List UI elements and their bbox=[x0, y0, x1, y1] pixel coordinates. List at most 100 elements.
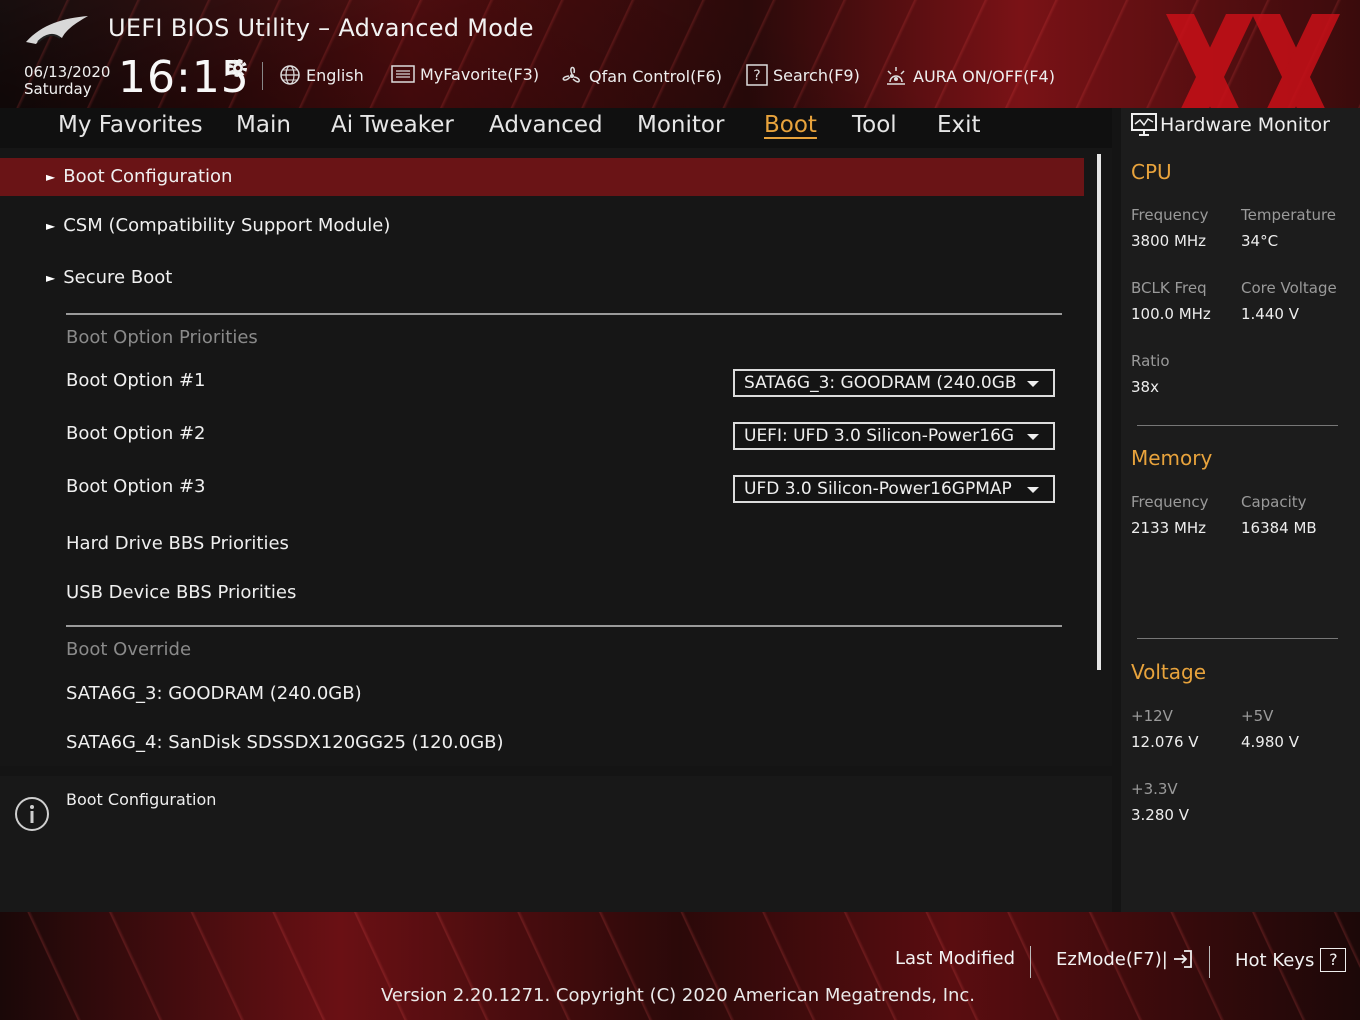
section-divider bbox=[66, 313, 1062, 315]
search-label: Search(F9) bbox=[773, 65, 860, 85]
aura-label: AURA ON/OFF(F4) bbox=[913, 66, 1055, 86]
boot-option-3-select[interactable]: UFD 3.0 Silicon-Power16GPMAP bbox=[733, 475, 1055, 503]
footer-separator bbox=[1030, 946, 1031, 978]
bclk-label: BCLK Freq bbox=[1131, 279, 1207, 297]
toolbar-separator bbox=[262, 62, 263, 90]
fan-icon bbox=[562, 66, 580, 83]
boot-option-2-label: Boot Option #2 bbox=[66, 423, 206, 444]
tab-advanced[interactable]: Advanced bbox=[489, 112, 603, 138]
aura-light-icon bbox=[887, 67, 905, 85]
boot-override-header: Boot Override bbox=[66, 639, 192, 660]
ratio-value: 38x bbox=[1131, 378, 1159, 396]
submenu-secure-boot[interactable]: ► Secure Boot bbox=[46, 267, 172, 288]
language-label: English bbox=[306, 65, 364, 85]
boot-option-priorities-header: Boot Option Priorities bbox=[66, 327, 258, 348]
v33-label: +3.3V bbox=[1131, 780, 1178, 798]
cpu-temperature-value: 34°C bbox=[1241, 232, 1279, 250]
hw-divider bbox=[1137, 425, 1338, 426]
ratio-label: Ratio bbox=[1131, 352, 1170, 370]
boot-override-item-1[interactable]: SATA6G_3: GOODRAM (240.0GB) bbox=[66, 683, 362, 704]
tab-ai-tweaker[interactable]: Ai Tweaker bbox=[331, 112, 454, 138]
search-help-icon: ? bbox=[746, 64, 768, 86]
boot-option-3-value: UFD 3.0 Silicon-Power16GPMAP bbox=[744, 479, 1012, 499]
bclk-value: 100.0 MHz bbox=[1131, 305, 1211, 323]
ezmode-button[interactable]: EzMode(F7)| bbox=[1056, 948, 1194, 970]
date-display: 06/13/2020 Saturday bbox=[24, 64, 110, 98]
chevron-right-icon: ► bbox=[46, 169, 56, 184]
version-copyright: Version 2.20.1271. Copyright (C) 2020 Am… bbox=[0, 985, 1360, 1006]
core-voltage-label: Core Voltage bbox=[1241, 279, 1337, 297]
gear-icon[interactable] bbox=[226, 56, 250, 80]
favorite-list-icon bbox=[391, 65, 415, 83]
rog-logo-icon bbox=[26, 16, 88, 44]
submenu-label: Secure Boot bbox=[63, 267, 173, 288]
boot-option-2-select[interactable]: UEFI: UFD 3.0 Silicon-Power16G bbox=[733, 422, 1055, 450]
ezmode-label: EzMode(F7)| bbox=[1056, 948, 1168, 970]
tab-boot[interactable]: Boot bbox=[764, 112, 817, 138]
footer-separator bbox=[1209, 946, 1210, 978]
date-text: 06/13/2020 bbox=[24, 63, 111, 81]
v12-label: +12V bbox=[1131, 707, 1173, 725]
section-divider bbox=[66, 625, 1062, 627]
boot-override-item-2[interactable]: SATA6G_4: SanDisk SDSSDX120GG25 (120.0GB… bbox=[66, 732, 504, 753]
chevron-down-icon bbox=[1027, 434, 1039, 440]
boot-option-1-value: SATA6G_3: GOODRAM (240.0GB bbox=[744, 373, 1017, 393]
myfavorite-label: MyFavorite(F3) bbox=[420, 64, 540, 84]
boot-option-1-select[interactable]: SATA6G_3: GOODRAM (240.0GB bbox=[733, 369, 1055, 397]
memory-capacity-value: 16384 MB bbox=[1241, 519, 1317, 537]
hardware-monitor-title: Hardware Monitor bbox=[1160, 114, 1330, 136]
submenu-boot-configuration[interactable]: ► Boot Configuration bbox=[46, 166, 232, 187]
hw-divider bbox=[1137, 638, 1338, 639]
tab-my-favorites[interactable]: My Favorites bbox=[58, 112, 203, 138]
boot-option-3-label: Boot Option #3 bbox=[66, 476, 206, 497]
tab-main[interactable]: Main bbox=[236, 112, 291, 138]
v12-value: 12.076 V bbox=[1131, 733, 1199, 751]
tab-monitor[interactable]: Monitor bbox=[637, 112, 724, 138]
memory-frequency-label: Frequency bbox=[1131, 493, 1209, 511]
qfan-button[interactable]: Qfan Control(F6) bbox=[560, 64, 722, 88]
memory-section-title: Memory bbox=[1131, 446, 1213, 470]
boot-option-1-label: Boot Option #1 bbox=[66, 370, 206, 391]
globe-icon bbox=[280, 65, 300, 85]
cpu-temperature-label: Temperature bbox=[1241, 206, 1337, 224]
v5-label: +5V bbox=[1241, 707, 1274, 725]
chevron-right-icon: ► bbox=[46, 218, 56, 233]
help-key-icon: ? bbox=[1320, 948, 1347, 972]
v33-value: 3.280 V bbox=[1131, 806, 1189, 824]
tab-exit[interactable]: Exit bbox=[937, 112, 981, 138]
memory-capacity-label: Capacity bbox=[1241, 493, 1307, 511]
exit-arrow-icon bbox=[1173, 950, 1192, 968]
voltage-section-title: Voltage bbox=[1131, 660, 1207, 684]
aura-button[interactable]: AURA ON/OFF(F4) bbox=[884, 64, 1055, 88]
myfavorite-button[interactable]: MyFavorite(F3) bbox=[391, 64, 539, 84]
qfan-label: Qfan Control(F6) bbox=[589, 66, 722, 86]
chevron-right-icon: ► bbox=[46, 270, 56, 285]
monitor-icon bbox=[1131, 113, 1157, 136]
v5-value: 4.980 V bbox=[1241, 733, 1299, 751]
help-text: Boot Configuration bbox=[66, 790, 217, 809]
version-text: Version 2.20.1271. Copyright (C) 2020 Am… bbox=[380, 985, 976, 1006]
boot-option-2-value: UEFI: UFD 3.0 Silicon-Power16G bbox=[744, 426, 1015, 446]
app-title: UEFI BIOS Utility – Advanced Mode bbox=[108, 14, 534, 42]
cpu-frequency-value: 3800 MHz bbox=[1131, 232, 1207, 250]
hard-drive-bbs-priorities[interactable]: Hard Drive BBS Priorities bbox=[66, 533, 289, 554]
submenu-csm[interactable]: ► CSM (Compatibility Support Module) bbox=[46, 215, 390, 236]
tab-tool[interactable]: Tool bbox=[852, 112, 897, 138]
info-icon bbox=[15, 797, 49, 831]
day-text: Saturday bbox=[24, 80, 92, 98]
chevron-down-icon bbox=[1027, 487, 1039, 493]
last-modified-button[interactable]: Last Modified bbox=[895, 948, 1015, 969]
cpu-section-title: CPU bbox=[1131, 160, 1172, 184]
language-button[interactable]: English bbox=[279, 64, 364, 86]
hotkeys-button[interactable]: Hot Keys ? bbox=[1235, 948, 1347, 972]
submenu-label: CSM (Compatibility Support Module) bbox=[63, 215, 391, 236]
submenu-label: Boot Configuration bbox=[63, 166, 233, 187]
memory-frequency-value: 2133 MHz bbox=[1131, 519, 1207, 537]
usb-device-bbs-priorities[interactable]: USB Device BBS Priorities bbox=[66, 582, 296, 603]
cpu-frequency-label: Frequency bbox=[1131, 206, 1209, 224]
main-scrollbar[interactable] bbox=[1097, 154, 1101, 670]
svg-text:?: ? bbox=[753, 68, 760, 84]
hotkeys-label: Hot Keys bbox=[1235, 949, 1315, 971]
core-voltage-value: 1.440 V bbox=[1241, 305, 1299, 323]
search-button[interactable]: ? Search(F9) bbox=[746, 64, 860, 86]
